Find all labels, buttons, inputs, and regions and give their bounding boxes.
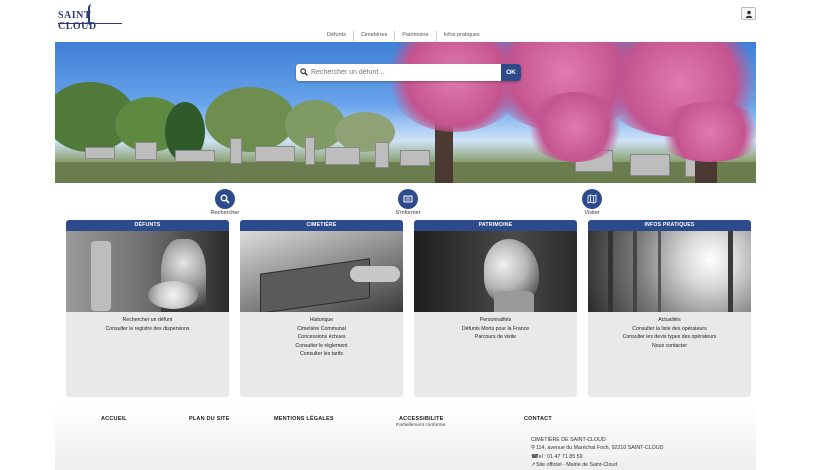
card-patrimoine: PATRIMOINE Personnalités Défunts Morts p… xyxy=(414,220,577,397)
action-label: Rechercher xyxy=(210,210,240,216)
card-link[interactable]: Concessions échues xyxy=(240,333,403,342)
tombstone xyxy=(325,147,360,165)
search-icon xyxy=(296,64,310,81)
card-title[interactable]: PATRIMOINE xyxy=(414,220,577,231)
action-label: Visiter xyxy=(584,210,600,216)
tree-shape xyxy=(205,87,295,152)
card-link[interactable]: Consulter les devis types des opérateurs xyxy=(588,333,751,342)
card-link[interactable]: Actualités xyxy=(588,316,751,325)
contact-website-link[interactable]: Site officiel - Mairie de Saint-Cloud xyxy=(536,462,617,468)
card-image-statue-book xyxy=(240,231,403,312)
cherry-blossom xyxy=(525,92,625,162)
tombstone xyxy=(85,147,115,159)
action-sinformer[interactable]: S'informer xyxy=(388,189,428,216)
card-link[interactable]: Historique xyxy=(240,316,403,325)
logo-underline xyxy=(58,23,122,24)
card-link[interactable]: Parcours de visite xyxy=(414,333,577,342)
accessibility-status: Partiellement conforme xyxy=(396,423,446,428)
contact-block: CIMETIÈRE DE SAINT-CLOUD ⚲114, avenue du… xyxy=(531,436,663,470)
tombstone xyxy=(255,146,295,162)
card-link[interactable]: Rechercher un défunt xyxy=(66,316,229,325)
cherry-blossom xyxy=(655,102,756,162)
nav-item-infos-pratiques[interactable]: Infos pratiques xyxy=(437,31,487,41)
tombstone xyxy=(630,154,670,176)
tombstone xyxy=(400,150,430,166)
card-infos-pratiques: INFOS PRATIQUES Actualités Consulter la … xyxy=(588,220,751,397)
footer-link-contact[interactable]: CONTACT xyxy=(524,416,552,422)
card-image-forest-light xyxy=(588,231,751,312)
tombstone xyxy=(175,150,215,162)
contact-address: 114, avenue du Maréchal Foch, 92210 SAIN… xyxy=(536,445,664,452)
card-cimetiere: CIMETIÈRE Historique Cimetière Communal … xyxy=(240,220,403,397)
newspaper-icon xyxy=(403,195,413,203)
action-visiter[interactable]: Visiter xyxy=(572,189,612,216)
footer-link-mentions-legales[interactable]: MENTIONS LÉGALES xyxy=(274,416,334,422)
card-link[interactable]: Consulter le registre des dispersions xyxy=(66,325,229,334)
action-circle[interactable] xyxy=(215,189,235,209)
action-circle[interactable] xyxy=(582,189,602,209)
card-link[interactable]: Consulter le règlement xyxy=(240,342,403,351)
search-input[interactable] xyxy=(310,64,501,81)
contact-name: CIMETIÈRE DE SAINT-CLOUD xyxy=(531,437,606,443)
user-icon xyxy=(745,10,753,18)
card-link[interactable]: Cimetière Communal xyxy=(240,325,403,334)
card-link[interactable]: Personnalités xyxy=(414,316,577,325)
nav-item-defunts[interactable]: Défunts xyxy=(320,31,354,41)
site-footer: ACCUEIL PLAN DU SITE MENTIONS LÉGALES AC… xyxy=(55,402,756,470)
footer-link-accueil[interactable]: ACCUEIL xyxy=(101,416,127,422)
action-rechercher[interactable]: Rechercher xyxy=(205,189,245,216)
search-bar: OK xyxy=(296,64,521,81)
site-logo[interactable]: SAINT CLOUD xyxy=(58,4,122,32)
card-link[interactable]: Défunts Morts pour la France xyxy=(414,325,577,334)
tombstone xyxy=(375,142,389,168)
map-icon xyxy=(587,194,597,204)
action-label: S'informer xyxy=(395,210,421,216)
nav-item-patrimoine[interactable]: Patrimoine xyxy=(395,31,437,41)
action-circle[interactable] xyxy=(398,189,418,209)
search-submit-button[interactable]: OK xyxy=(501,64,521,81)
tombstone xyxy=(230,138,242,164)
card-link[interactable]: Consulter la liste des opérateurs xyxy=(588,325,751,334)
tombstone xyxy=(135,142,157,160)
user-account-button[interactable] xyxy=(741,7,756,20)
footer-link-accessibilite[interactable]: ACCESSIBILITE xyxy=(399,416,443,422)
search-icon xyxy=(220,194,230,204)
footer-link-plan-du-site[interactable]: PLAN DU SITE xyxy=(189,416,230,422)
card-defunts: DÉFUNTS Rechercher un défunt Consulter l… xyxy=(66,220,229,397)
card-link[interactable]: Nous contacter xyxy=(588,342,751,351)
contact-phone: Tel : 01 47 71 85 59 xyxy=(536,453,583,460)
card-image-statue-flowers xyxy=(66,231,229,312)
card-title[interactable]: INFOS PRATIQUES xyxy=(588,220,751,231)
tombstone xyxy=(305,137,315,165)
top-navigation: Défunts Cimetières Patrimoine Infos prat… xyxy=(320,31,500,41)
card-link[interactable]: Consulter les tarifs xyxy=(240,350,403,359)
card-title[interactable]: CIMETIÈRE xyxy=(240,220,403,231)
nav-item-cimetieres[interactable]: Cimetières xyxy=(354,31,396,41)
card-image-statue-head xyxy=(414,231,577,312)
card-title[interactable]: DÉFUNTS xyxy=(66,220,229,231)
